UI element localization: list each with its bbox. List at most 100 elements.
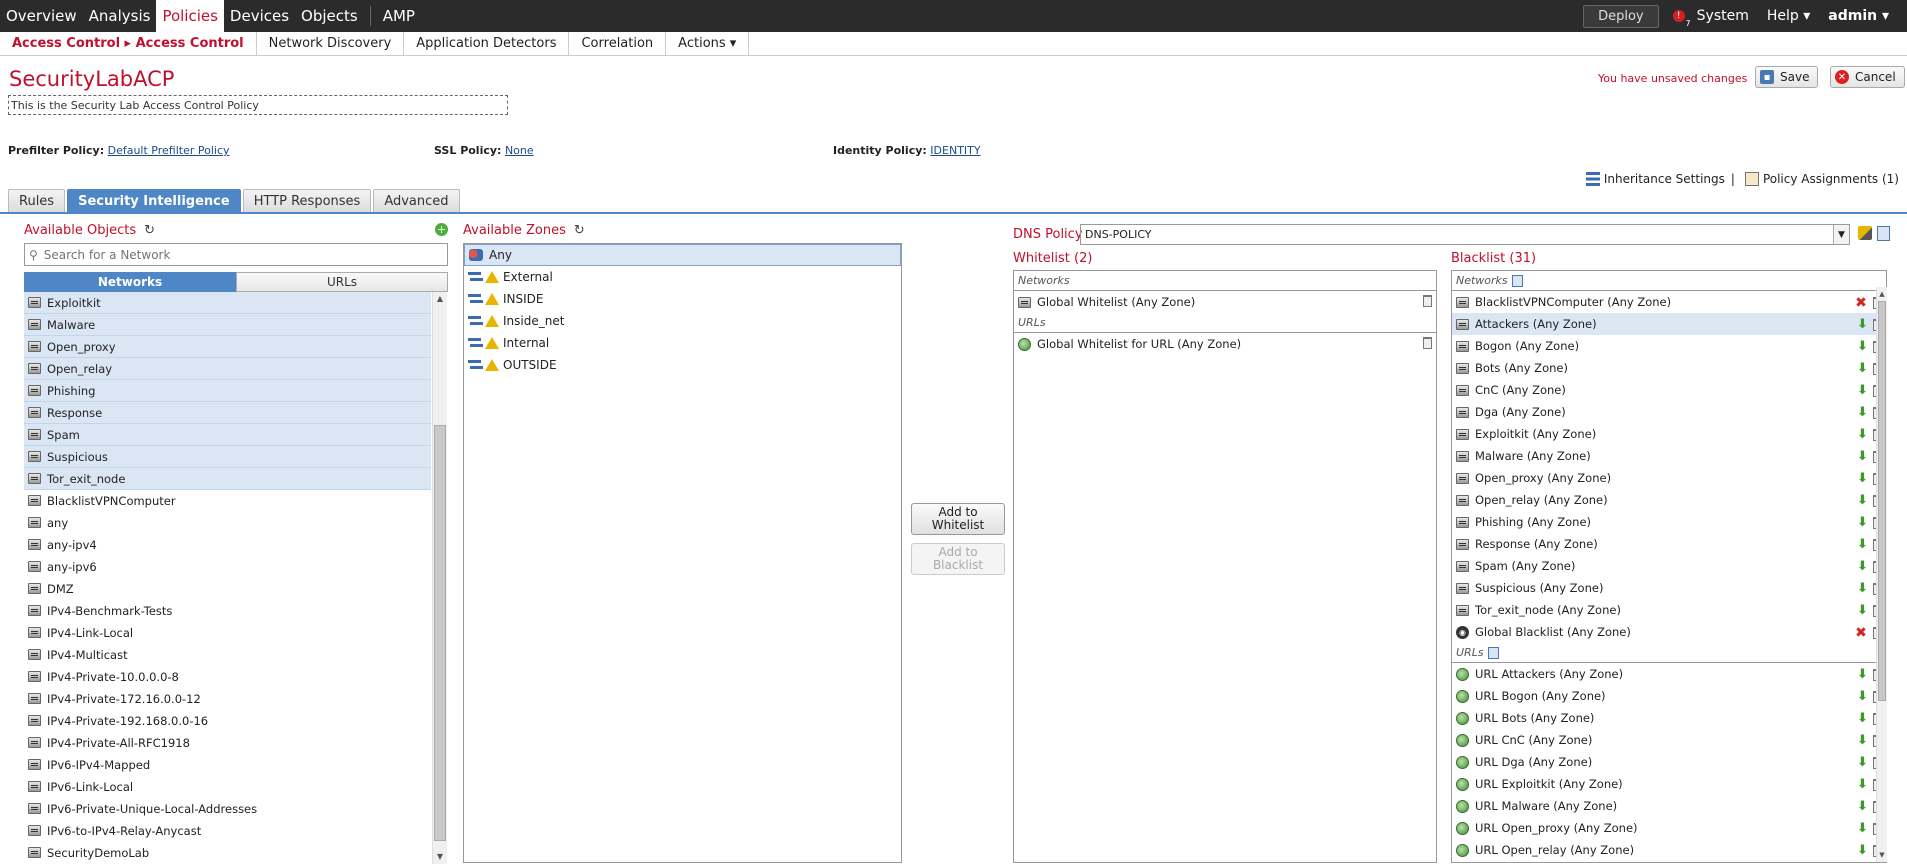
zone-item[interactable]: INSIDE [464,288,901,310]
list-item[interactable]: URL Bogon (Any Zone) ⬇ [1452,685,1886,707]
list-item[interactable]: Response (Any Zone) ⬇ [1452,533,1886,555]
nav-item-amp[interactable]: AMP [377,0,421,32]
arrow-down-icon[interactable]: ⬇ [1857,821,1868,836]
list-item[interactable]: Suspicious (Any Zone) ⬇ [1452,577,1886,599]
search-input[interactable]: ⚲ [24,243,448,266]
book-icon[interactable] [1511,274,1523,287]
arrow-down-icon[interactable]: ⬇ [1857,405,1868,420]
identity-link[interactable]: IDENTITY [930,144,980,157]
list-item[interactable]: BlacklistVPNComputer (Any Zone) ✖ [1452,291,1886,313]
arrow-down-icon[interactable]: ⬇ [1857,559,1868,574]
list-item[interactable]: URL Malware (Any Zone) ⬇ [1452,795,1886,817]
arrow-down-icon[interactable]: ⬇ [1857,603,1868,618]
dns-policy-select[interactable]: DNS-POLICY ▼ [1080,224,1850,245]
arrow-down-icon[interactable]: ⬇ [1857,777,1868,792]
list-item[interactable]: Global Whitelist for URL (Any Zone) [1014,333,1436,355]
list-item[interactable]: any [24,512,431,534]
list-item[interactable]: Suspicious [24,446,431,468]
list-item[interactable]: IPv4-Private-All-RFC1918 [24,732,431,754]
nav-item-overview[interactable]: Overview [0,0,83,32]
scroll-up-icon[interactable]: ▲ [1877,287,1887,301]
zones-refresh-icon[interactable]: ↻ [574,223,585,238]
ssl-link[interactable]: None [505,144,534,157]
list-item[interactable]: Open_relay (Any Zone) ⬇ [1452,489,1886,511]
list-item[interactable]: Tor_exit_node (Any Zone) ⬇ [1452,599,1886,621]
blacklist-scrollbar[interactable]: ▲ ▼ [1876,287,1887,862]
list-item[interactable]: IPv6-to-IPv4-Relay-Anycast [24,820,431,842]
list-item[interactable]: Exploitkit (Any Zone) ⬇ [1452,423,1886,445]
scroll-down-icon[interactable]: ▼ [433,850,447,864]
breadcrumb[interactable]: Access Control ▸ Access Control [0,32,257,55]
list-item[interactable]: IPv4-Private-10.0.0.0-8 [24,666,431,688]
list-item[interactable]: Phishing [24,380,431,402]
arrow-down-icon[interactable]: ⬇ [1857,361,1868,376]
list-item[interactable]: Global Whitelist (Any Zone) [1014,291,1436,313]
trash-icon[interactable] [1423,295,1432,307]
arrow-down-icon[interactable]: ⬇ [1857,689,1868,704]
nav-item-objects[interactable]: Objects [295,0,364,32]
arrow-down-icon[interactable]: ⬇ [1857,427,1868,442]
list-item[interactable]: IPv6-Private-Unique-Local-Addresses [24,798,431,820]
tab-security-intelligence[interactable]: Security Intelligence [67,189,241,212]
list-item[interactable]: Open_relay [24,358,431,380]
delete-x-icon[interactable]: ✖ [1855,295,1867,311]
chevron-down-icon[interactable]: ▼ [1833,225,1849,244]
add-to-blacklist-button[interactable]: Add to Blacklist [911,543,1005,575]
list-item[interactable]: IPv4-Benchmark-Tests [24,600,431,622]
arrow-down-icon[interactable]: ⬇ [1857,515,1868,530]
list-item[interactable]: IPv6-IPv4-Mapped [24,754,431,776]
subnav-item-1[interactable]: Application Detectors [404,32,570,55]
nav-item-devices[interactable]: Devices [224,0,295,32]
tab-http-responses[interactable]: HTTP Responses [242,189,372,212]
arrow-down-icon[interactable]: ⬇ [1857,449,1868,464]
list-item[interactable]: URL Open_proxy (Any Zone) ⬇ [1452,817,1886,839]
list-item[interactable]: Phishing (Any Zone) ⬇ [1452,511,1886,533]
pencil-icon[interactable] [1858,226,1872,240]
list-item[interactable]: Response [24,402,431,424]
tab-networks[interactable]: Networks [24,272,236,292]
list-item[interactable]: Bogon (Any Zone) ⬇ [1452,335,1886,357]
book-icon[interactable] [1487,646,1499,659]
arrow-down-icon[interactable]: ⬇ [1857,493,1868,508]
scroll-down-icon[interactable]: ▼ [1877,848,1887,862]
zone-item[interactable]: OUTSIDE [464,354,901,376]
list-item[interactable]: URL CnC (Any Zone) ⬇ [1452,729,1886,751]
add-object-icon[interactable]: + [435,223,448,236]
policy-description-field[interactable]: This is the Security Lab Access Control … [8,95,508,115]
arrow-down-icon[interactable]: ⬇ [1857,667,1868,682]
scroll-thumb[interactable] [1878,301,1886,701]
list-item[interactable]: Malware (Any Zone) ⬇ [1452,445,1886,467]
trash-icon[interactable] [1423,337,1432,349]
save-button[interactable]: ▪ Save [1755,66,1819,88]
deploy-button[interactable]: Deploy [1583,4,1659,28]
arrow-down-icon[interactable]: ⬇ [1857,317,1868,332]
list-item[interactable]: URL Attackers (Any Zone) ⬇ [1452,663,1886,685]
tab-advanced[interactable]: Advanced [373,189,460,212]
arrow-down-icon[interactable]: ⬇ [1857,755,1868,770]
list-item[interactable]: any-ipv4 [24,534,431,556]
list-item[interactable]: ◉ Global Blacklist (Any Zone) ✖ [1452,621,1886,643]
arrow-down-icon[interactable]: ⬇ [1857,843,1868,858]
nav-item-analysis[interactable]: Analysis [83,0,157,32]
list-item[interactable]: BlacklistVPNComputer [24,490,431,512]
list-item[interactable]: Open_proxy (Any Zone) ⬇ [1452,467,1886,489]
new-dns-policy-icon[interactable] [1877,226,1890,241]
arrow-down-icon[interactable]: ⬇ [1857,537,1868,552]
arrow-down-icon[interactable]: ⬇ [1857,733,1868,748]
zone-item-any[interactable]: Any [464,244,901,266]
add-to-whitelist-button[interactable]: Add to Whitelist [911,503,1005,535]
tab-urls[interactable]: URLs [236,272,448,292]
scroll-up-icon[interactable]: ▲ [433,292,447,306]
list-item[interactable]: Open_proxy [24,336,431,358]
list-item[interactable]: Malware [24,314,431,336]
system-menu[interactable]: System [1697,8,1749,24]
prefilter-link[interactable]: Default Prefilter Policy [108,144,230,157]
tab-rules[interactable]: Rules [8,189,66,212]
policy-assignments-link[interactable]: Policy Assignments (1) [1763,172,1899,186]
subnav-item-3[interactable]: Actions ▾ [666,32,750,55]
list-item[interactable]: Attackers (Any Zone) ⬇ [1452,313,1886,335]
list-item[interactable]: URL Exploitkit (Any Zone) ⬇ [1452,773,1886,795]
list-item[interactable]: DMZ [24,578,431,600]
list-item[interactable]: Spam (Any Zone) ⬇ [1452,555,1886,577]
list-item[interactable]: IPv4-Multicast [24,644,431,666]
